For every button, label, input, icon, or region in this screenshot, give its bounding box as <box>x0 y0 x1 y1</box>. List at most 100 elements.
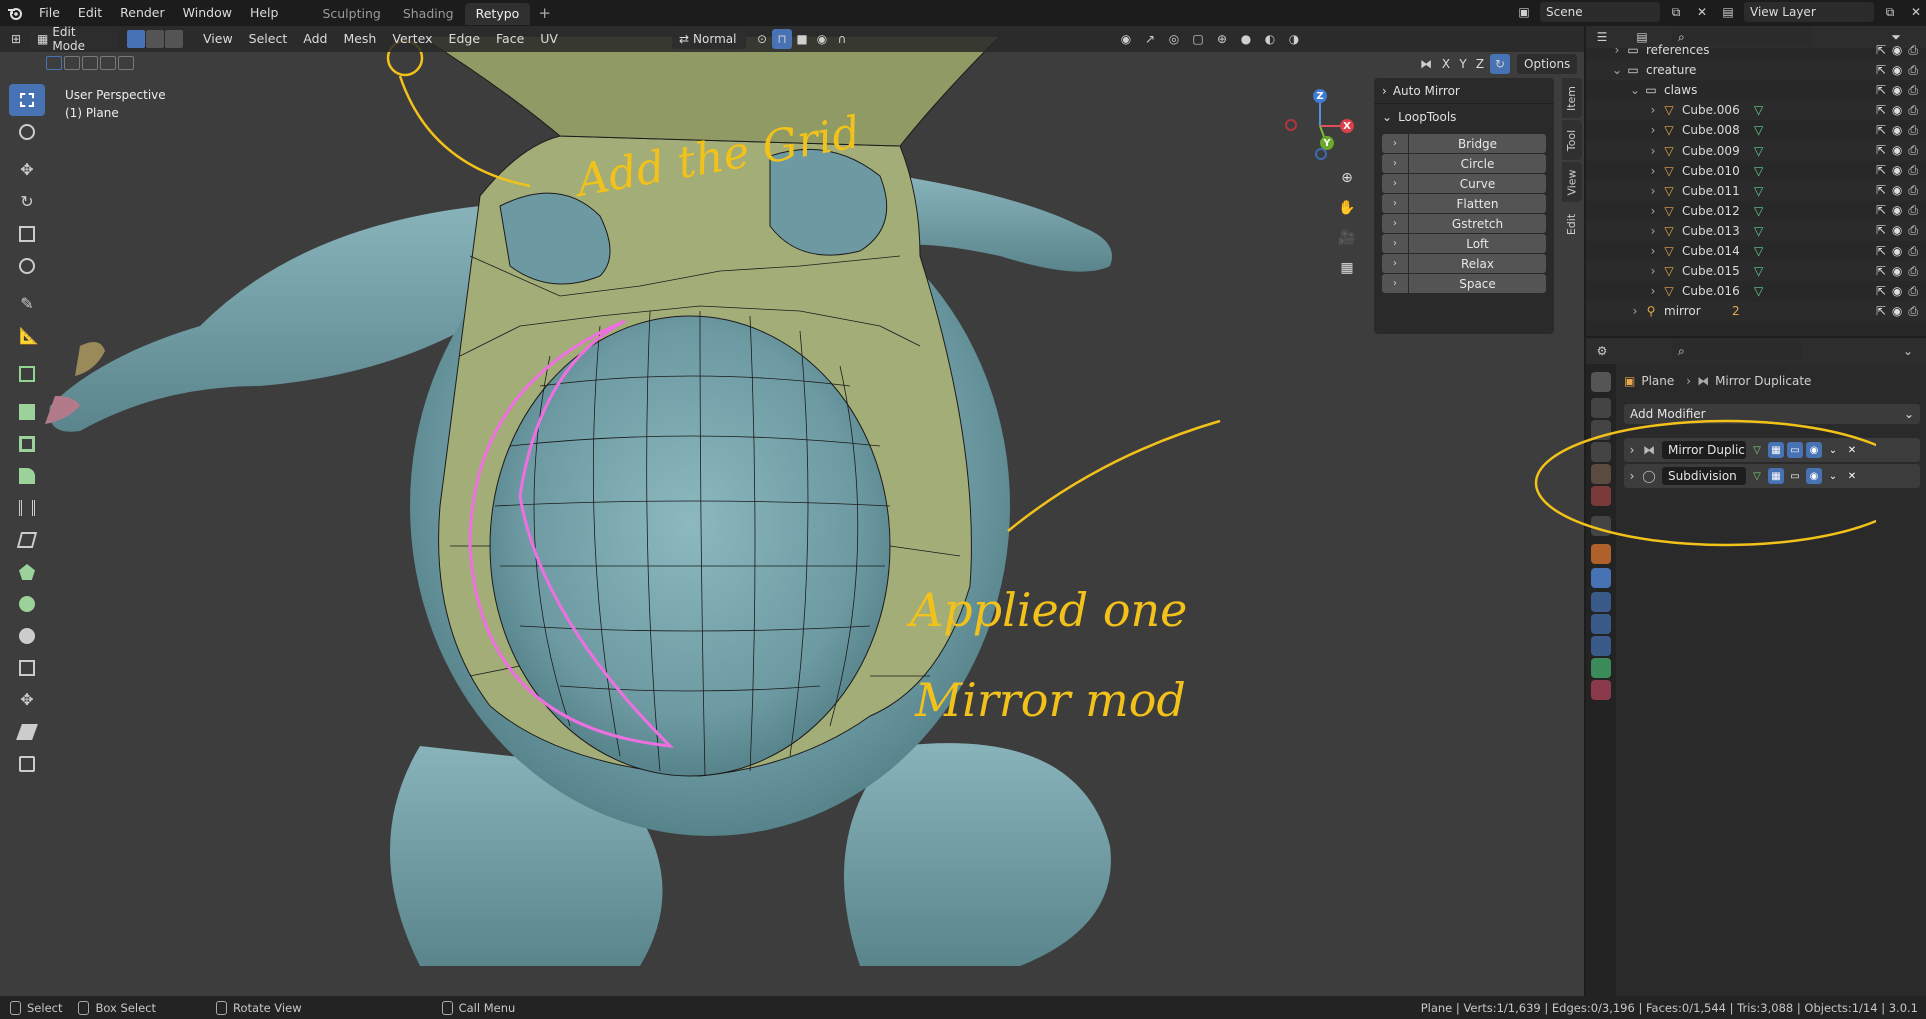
tool-shear[interactable] <box>9 716 45 748</box>
mesh-data-icon[interactable]: ▽ <box>1754 244 1763 258</box>
menu-vertex[interactable]: Vertex <box>384 26 440 52</box>
chevron-right-icon[interactable]: › <box>1382 194 1408 213</box>
outliner-row[interactable]: › ▽ Cube.010 ▽ ⇱ ◉ ⎙ <box>1586 161 1926 181</box>
tab-shading[interactable]: Shading <box>392 3 465 25</box>
tool-poly-build[interactable] <box>9 556 45 588</box>
selectable-icon[interactable]: ⇱ <box>1876 203 1886 218</box>
options-chevron-icon[interactable]: ⌄ <box>1898 341 1918 361</box>
auto-merge-icon[interactable]: ↻ <box>1490 54 1510 74</box>
tool-inset[interactable] <box>9 428 45 460</box>
render-camera-icon[interactable]: ⎙ <box>1908 83 1918 98</box>
chevron-icon[interactable]: ⌄ <box>1628 83 1642 97</box>
chevron-right-icon[interactable]: › <box>1382 234 1408 253</box>
mode-selector[interactable]: ▦ Edit Mode <box>30 26 118 53</box>
render-camera-icon[interactable]: ⎙ <box>1908 163 1918 178</box>
pivot-icon[interactable]: ⊙ <box>752 29 772 49</box>
outliner-row[interactable]: › ▽ Cube.015 ▽ ⇱ ◉ ⎙ <box>1586 261 1926 282</box>
chevron-icon[interactable]: › <box>1646 103 1660 117</box>
render-camera-icon[interactable]: ⎙ <box>1908 223 1918 238</box>
scene-selector[interactable]: Scene <box>1540 2 1660 22</box>
menu-help[interactable]: Help <box>241 0 288 26</box>
visibility-eye-icon[interactable]: ◉ <box>1892 203 1902 218</box>
visibility-eye-icon[interactable]: ◉ <box>1892 244 1902 259</box>
render-camera-icon[interactable]: ⎙ <box>1908 123 1918 138</box>
tool-annotate[interactable]: ✎ <box>9 288 45 320</box>
outliner-row[interactable]: › ▽ Cube.016 ▽ ⇱ ◉ ⎙ <box>1586 281 1926 301</box>
outliner-row[interactable]: › ▽ Cube.011 ▽ ⇱ ◉ ⎙ <box>1586 180 1926 201</box>
menu-view[interactable]: View <box>195 26 241 52</box>
visibility-eye-icon[interactable]: ◉ <box>1892 103 1902 118</box>
visibility-eye-icon[interactable]: ◉ <box>1892 304 1902 319</box>
chevron-icon[interactable]: › <box>1646 184 1660 198</box>
menu-edit[interactable]: Edit <box>69 0 111 26</box>
visibility-eye-icon[interactable]: ◉ <box>1892 123 1902 138</box>
render-camera-icon[interactable]: ⎙ <box>1908 284 1918 299</box>
menu-render[interactable]: Render <box>111 0 174 26</box>
outliner-row[interactable]: › ▽ Cube.008 ▽ ⇱ ◉ ⎙ <box>1586 120 1926 140</box>
mirror-x[interactable]: X <box>1439 57 1453 71</box>
visibility-eye-icon[interactable]: ◉ <box>1892 83 1902 98</box>
visibility-eye-icon[interactable]: ◉ <box>1892 143 1902 158</box>
render-camera-icon[interactable]: ⎙ <box>1908 183 1918 198</box>
chevron-icon[interactable]: › <box>1646 144 1660 158</box>
material-tab-icon[interactable] <box>1591 680 1611 700</box>
selectable-icon[interactable]: ⇱ <box>1876 63 1886 78</box>
data-tab-icon[interactable] <box>1591 658 1611 678</box>
select-subtract-icon[interactable] <box>82 56 98 70</box>
mesh-data-icon[interactable]: ▽ <box>1754 284 1763 298</box>
camera-view-icon[interactable]: 🎥 <box>1334 225 1360 251</box>
render-camera-icon[interactable]: ⎙ <box>1908 143 1918 158</box>
chevron-icon[interactable]: › <box>1646 264 1660 278</box>
render-camera-icon[interactable]: ⎙ <box>1908 244 1918 259</box>
menu-window[interactable]: Window <box>174 0 241 26</box>
outliner-row[interactable]: › ▽ Cube.013 ▽ ⇱ ◉ ⎙ <box>1586 220 1926 241</box>
chevron-icon[interactable]: ⌄ <box>1610 63 1624 77</box>
chevron-icon[interactable]: › <box>1646 244 1660 258</box>
menu-select[interactable]: Select <box>241 26 296 52</box>
tab-item[interactable]: Item <box>1562 78 1582 118</box>
chevron-icon[interactable]: › <box>1610 43 1624 57</box>
chevron-right-icon[interactable]: › <box>1382 274 1408 293</box>
3d-viewport[interactable]: Add the Grid Applied one Mirror mod ⊞ ▦ … <box>0 26 1584 996</box>
looptools-flatten-button[interactable]: Flatten <box>1409 194 1546 213</box>
chevron-right-icon[interactable]: › <box>1382 214 1408 233</box>
gizmo-neg-x[interactable] <box>1285 119 1297 131</box>
outliner-row[interactable]: › ▽ Cube.012 ▽ ⇱ ◉ ⎙ <box>1586 201 1926 221</box>
rendered-shading-icon[interactable]: ◑ <box>1284 29 1304 49</box>
mesh-data-icon[interactable]: ▽ <box>1754 184 1763 198</box>
selectable-icon[interactable]: ⇱ <box>1876 284 1886 299</box>
pan-hand-icon[interactable]: ✋ <box>1334 195 1360 221</box>
selectable-icon[interactable]: ⇱ <box>1876 123 1886 138</box>
outliner-row[interactable]: › ⚲ mirror 2 ⇱ ◉ ⎙ <box>1586 301 1926 322</box>
mesh-data-icon[interactable]: ▽ <box>1754 103 1763 117</box>
navigation-gizmo[interactable]: Z X Y <box>1280 86 1360 166</box>
tool-edge-slide[interactable] <box>9 652 45 684</box>
view-layer-icon[interactable]: ▤ <box>1718 2 1738 22</box>
tool-rotate[interactable]: ↻ <box>9 186 45 218</box>
gizmo-x[interactable]: X <box>1340 119 1354 133</box>
tool-add-cube[interactable] <box>9 358 45 390</box>
chevron-right-icon[interactable]: › <box>1382 134 1408 153</box>
delete-scene-icon[interactable]: ✕ <box>1692 2 1712 22</box>
zoom-icon[interactable]: ⊕ <box>1334 165 1360 191</box>
falloff-icon[interactable]: ∩ <box>832 29 852 49</box>
mirror-child-count[interactable]: 2 <box>1732 304 1740 318</box>
visibility-eye-icon[interactable]: ◉ <box>1892 183 1902 198</box>
tool-smooth[interactable] <box>9 620 45 652</box>
chevron-right-icon[interactable]: › <box>1382 254 1408 273</box>
outliner-row[interactable]: ⌄ ▭ creature ⇱ ◉ ⎙ <box>1586 60 1926 81</box>
tool-spin[interactable] <box>9 588 45 620</box>
select-box-icon[interactable] <box>46 56 62 70</box>
face-select-icon[interactable] <box>165 30 183 48</box>
chevron-icon[interactable]: › <box>1646 284 1660 298</box>
menu-file[interactable]: File <box>30 0 69 26</box>
looptools-bridge-button[interactable]: Bridge <box>1409 134 1546 153</box>
physics-tab-icon[interactable] <box>1591 614 1611 634</box>
looptools-panel-header[interactable]: ⌄ LoopTools <box>1374 104 1554 130</box>
visibility-icon[interactable]: ◉ <box>1116 29 1136 49</box>
select-intersect-icon[interactable] <box>118 56 134 70</box>
gizmo-toggle-icon[interactable]: ↗ <box>1140 29 1160 49</box>
render-camera-icon[interactable]: ⎙ <box>1908 43 1918 58</box>
visibility-eye-icon[interactable]: ◉ <box>1892 284 1902 299</box>
visibility-eye-icon[interactable]: ◉ <box>1892 223 1902 238</box>
